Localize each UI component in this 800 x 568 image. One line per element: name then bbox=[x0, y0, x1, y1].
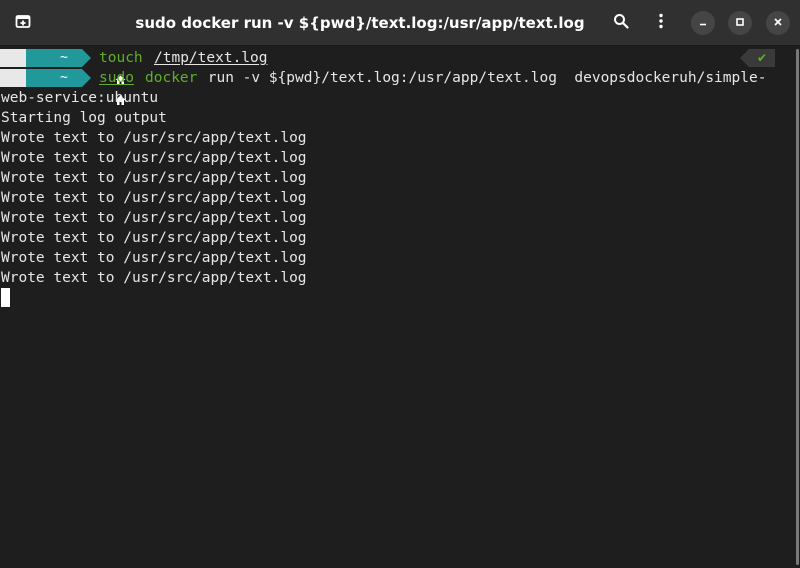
current-dir: ~ bbox=[60, 70, 68, 85]
output-line: Wrote text to /usr/src/app/text.log bbox=[1, 210, 307, 226]
os-segment bbox=[0, 69, 63, 87]
output-line: Wrote text to /usr/src/app/text.log bbox=[1, 170, 307, 186]
window-title: sudo docker run -v ${pwd}/text.log:/usr/… bbox=[135, 14, 585, 32]
status-ok-icon: ✔ bbox=[749, 49, 775, 67]
output-line: Wrote text to /usr/src/app/text.log bbox=[1, 230, 307, 246]
output-line: Wrote text to /usr/src/app/text.log bbox=[1, 270, 307, 286]
maximize-icon bbox=[735, 14, 745, 32]
search-button[interactable] bbox=[605, 7, 637, 39]
docker-command: docker bbox=[145, 70, 198, 86]
scrollbar[interactable] bbox=[796, 49, 799, 565]
command-arg: /tmp/text.log bbox=[154, 50, 268, 66]
search-icon bbox=[613, 13, 629, 34]
terminal-window: sudo docker run -v ${pwd}/text.log:/usr/… bbox=[0, 0, 800, 568]
kebab-menu-icon bbox=[653, 13, 669, 34]
output-line: Wrote text to /usr/src/app/text.log bbox=[1, 130, 307, 146]
close-button[interactable] bbox=[766, 11, 790, 35]
minimize-icon bbox=[698, 14, 708, 32]
output-line: Starting log output bbox=[1, 110, 167, 126]
output-line: Wrote text to /usr/src/app/text.log bbox=[1, 250, 307, 266]
docker-args: run -v ${pwd}/text.log:/usr/app/text.log… bbox=[199, 70, 767, 86]
output-line: Wrote text to /usr/src/app/text.log bbox=[1, 150, 307, 166]
minimize-button[interactable] bbox=[691, 11, 715, 35]
menu-button[interactable] bbox=[645, 7, 677, 39]
close-icon bbox=[773, 14, 783, 32]
prompt-line: ~ sudo docker run -v ${pwd}/text.log:/us… bbox=[0, 68, 800, 105]
terminal-area[interactable]: ~ touch /tmp/text.log ✔ ~ sudo docker ru… bbox=[0, 47, 800, 568]
maximize-button[interactable] bbox=[728, 11, 752, 35]
status-arrow bbox=[740, 49, 749, 67]
output-line: Wrote text to /usr/src/app/text.log bbox=[1, 190, 307, 206]
sudo-command: sudo bbox=[99, 70, 134, 86]
text-cursor bbox=[1, 288, 10, 307]
header-bar: sudo docker run -v ${pwd}/text.log:/usr/… bbox=[0, 0, 800, 46]
command-name: touch bbox=[99, 50, 143, 66]
prompt-line: ~ touch /tmp/text.log ✔ bbox=[0, 48, 800, 85]
wrapped-command-line: web-service:ubuntu bbox=[1, 90, 159, 106]
